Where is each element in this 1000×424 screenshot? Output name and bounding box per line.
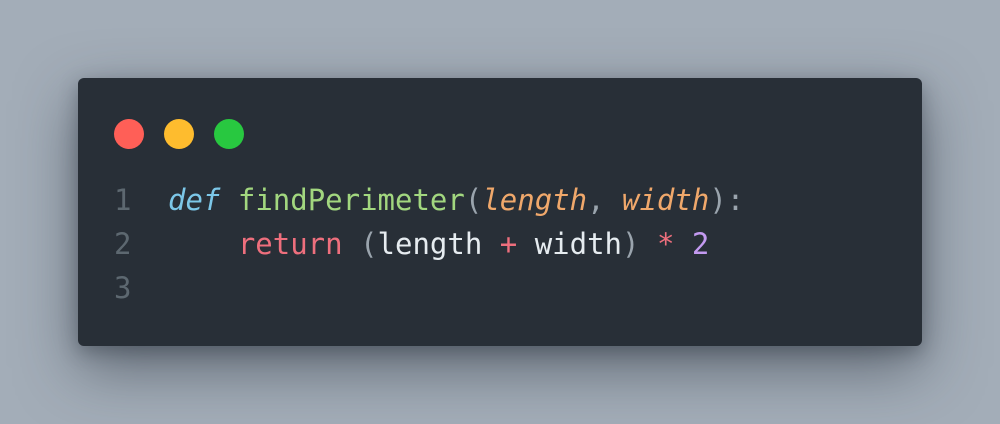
code-token-identifier (343, 227, 360, 261)
line-number: 1 (114, 183, 132, 217)
code-line: 3 (114, 266, 744, 310)
code-token-keyword-return: return (237, 227, 343, 261)
code-token-param: width (622, 183, 710, 217)
code-block: 1 def findPerimeter(length, width): 2 retu… (114, 178, 744, 310)
code-token-number: 2 (691, 227, 710, 261)
code-token-keyword-def: def (168, 183, 221, 217)
code-token-punctuation: ) (622, 227, 640, 261)
code-token-operator: * (656, 227, 675, 261)
code-token-param: length (482, 183, 588, 217)
code-token-identifier (674, 227, 691, 261)
code-line: 1 def findPerimeter(length, width): (114, 178, 744, 222)
code-token-identifier (220, 183, 237, 217)
code-token-identifier (482, 227, 499, 261)
code-token-identifier (640, 227, 657, 261)
code-token-punctuation: , (587, 183, 622, 217)
code-token-punctuation: ( (464, 183, 483, 217)
code-token-operator: + (499, 227, 518, 261)
minimize-button[interactable] (164, 119, 194, 149)
close-button[interactable] (114, 119, 144, 149)
code-line: 2 return (length + width) * 2 (114, 222, 744, 266)
code-token-punctuation: ): (709, 183, 745, 217)
code-token-identifier (517, 227, 534, 261)
line-number: 3 (114, 271, 132, 305)
code-token-function-name: findPerimeter (237, 183, 465, 217)
code-window: 1 def findPerimeter(length, width): 2 retu… (78, 78, 922, 346)
maximize-button[interactable] (214, 119, 244, 149)
code-token-identifier: width (534, 227, 623, 261)
line-number: 2 (114, 227, 132, 261)
code-token-identifier (168, 227, 238, 261)
code-token-punctuation: ( (360, 227, 378, 261)
code-token-identifier: length (377, 227, 483, 261)
